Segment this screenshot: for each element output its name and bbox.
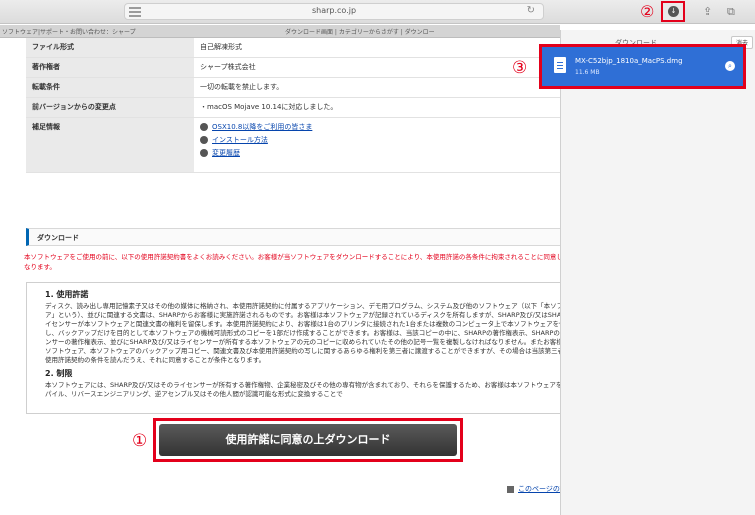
table-row: 著作権者 シャープ株式会社 <box>26 58 571 78</box>
arrow-up-icon <box>507 485 514 493</box>
link-changelog[interactable]: 変更履歴 <box>212 148 240 158</box>
row-label: 転載条件 <box>26 78 194 97</box>
license-heading-1: 1. 使用許諾 <box>45 290 89 299</box>
browser-toolbar: sharp.co.jp ↻ ② ↓ ⇪ ⧉ <box>0 0 755 24</box>
table-row: ファイル形式 自己解凍形式 <box>26 38 571 58</box>
reload-icon[interactable]: ↻ <box>527 5 535 16</box>
license-paragraph-1: ディスク、読み出し専用記憶素子又はその他の媒体に格納され、本使用許諾契約に付属す… <box>45 302 583 364</box>
row-label: ファイル形式 <box>26 38 194 57</box>
tabs-overview-icon[interactable]: ⧉ <box>727 5 735 19</box>
agree-download-button-highlight[interactable]: 使用許諾に同意の上ダウンロード <box>153 418 463 462</box>
row-value: ・macOS Mojave 10.14に対応しました。 <box>200 103 338 111</box>
download-section-heading: ダウンロード <box>26 228 592 246</box>
info-table: ファイル形式 自己解凍形式 著作権者 シャープ株式会社 転載条件 一切の転載を禁… <box>26 38 571 173</box>
row-label: 前バージョンからの変更点 <box>26 98 194 117</box>
downloads-button[interactable]: ↓ <box>661 1 685 22</box>
downloads-panel: ダウンロード 消去 <box>560 30 755 515</box>
table-row: 転載条件 一切の転載を禁止します。 <box>26 78 571 98</box>
bullet-icon <box>200 136 208 144</box>
address-text: sharp.co.jp <box>311 6 357 15</box>
link-item[interactable]: インストール方法 <box>200 135 565 145</box>
download-file-name: MX-C52bjp_1810a_MacPS.dmg <box>575 57 683 65</box>
link-install[interactable]: インストール方法 <box>212 135 268 145</box>
reveal-in-finder-icon[interactable]: ⌕ <box>725 61 735 71</box>
section-title: ダウンロード <box>37 234 79 242</box>
bullet-icon <box>200 149 208 157</box>
row-label: 著作権者 <box>26 58 194 77</box>
table-row: 補足情報 OSX10.8以降をご利用の皆さま インストール方法 変更履歴 <box>26 118 571 173</box>
tab-download[interactable]: ダウンロード画面 | カテゴリーからさがす | ダウンロー <box>285 27 555 36</box>
agree-download-button[interactable]: 使用許諾に同意の上ダウンロード <box>159 424 457 456</box>
tab-support[interactable]: ソフトウェア|サポート・お問い合わせ：シャープ <box>2 27 136 36</box>
row-value: 自己解凍形式 <box>200 43 242 51</box>
file-icon <box>554 57 566 73</box>
supplement-links: OSX10.8以降をご利用の皆さま インストール方法 変更履歴 <box>194 118 571 172</box>
download-arrow-icon: ↓ <box>668 6 679 17</box>
step-marker-2: ② <box>640 2 655 21</box>
row-value: 一切の転載を禁止します。 <box>200 83 284 91</box>
bullet-icon <box>200 123 208 131</box>
step-marker-1: ① <box>132 431 148 451</box>
table-row: 前バージョンからの変更点 ・macOS Mojave 10.14に対応しました。 <box>26 98 571 118</box>
share-icon[interactable]: ⇪ <box>703 5 712 18</box>
license-warning: 本ソフトウェアをご使用の前に、以下の使用許諾契約書をよくお読みください。お客様が… <box>24 253 589 271</box>
license-heading-2: 2. 制限 <box>45 369 73 378</box>
step-marker-3: ③ <box>512 58 528 78</box>
link-item[interactable]: OSX10.8以降をご利用の皆さま <box>200 122 565 132</box>
license-paragraph-2: 本ソフトウェアには、SHARP及び/又はそのライセンサーが所有する著作権物、企業… <box>45 381 582 398</box>
address-bar[interactable]: sharp.co.jp ↻ <box>124 3 544 20</box>
tab-bar: ソフトウェア|サポート・お問い合わせ：シャープ ダウンロード画面 | カテゴリー… <box>0 25 560 38</box>
row-label: 補足情報 <box>26 118 194 172</box>
link-item[interactable]: 変更履歴 <box>200 148 565 158</box>
license-agreement-box[interactable]: 1. 使用許諾 ディスク、読み出し専用記憶素子又はその他の媒体に格納され、本使用… <box>26 282 592 414</box>
link-osx108[interactable]: OSX10.8以降をご利用の皆さま <box>212 122 312 132</box>
download-item[interactable]: MX-C52bjp_1810a_MacPS.dmg 11.6 MB ⌕ <box>539 44 746 89</box>
page-content: ファイル形式 自己解凍形式 著作権者 シャープ株式会社 転載条件 一切の転載を禁… <box>20 38 603 515</box>
download-file-size: 11.6 MB <box>575 69 600 76</box>
